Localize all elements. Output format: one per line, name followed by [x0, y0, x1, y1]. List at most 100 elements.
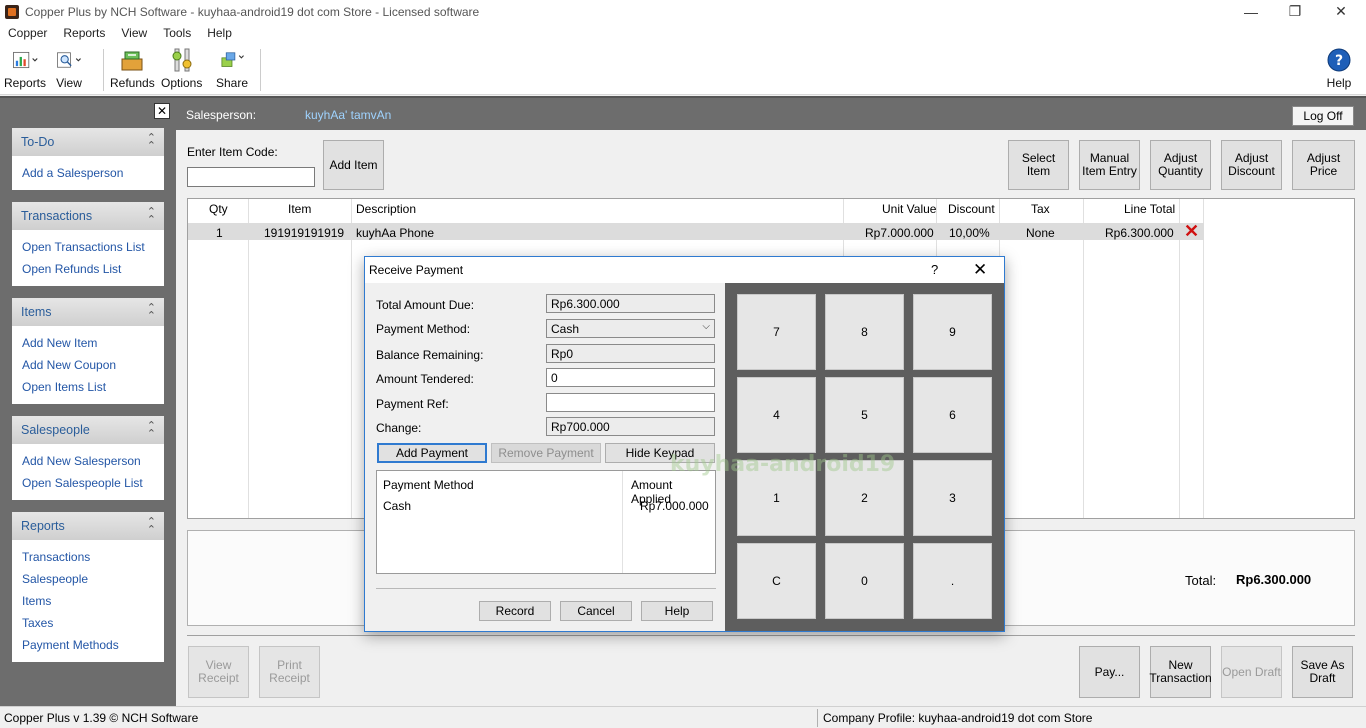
amount-tendered-input[interactable]: 0: [546, 368, 715, 387]
link-add-new-salesperson[interactable]: Add New Salesperson: [12, 450, 164, 472]
reports-toolbar-button[interactable]: Reports: [4, 47, 46, 93]
col-header-unit-value[interactable]: Unit Value: [882, 202, 936, 216]
menu-reports[interactable]: Reports: [55, 26, 113, 40]
dialog-close-button[interactable]: ✕: [973, 260, 987, 280]
change-label: Change:: [376, 421, 422, 435]
col-header-discount[interactable]: Discount: [948, 202, 995, 216]
sidebar-close-button[interactable]: ✕: [154, 103, 170, 119]
link-report-transactions[interactable]: Transactions: [12, 546, 164, 568]
balance-remaining-label: Balance Remaining:: [376, 348, 484, 362]
collapse-icon: ⌃ ⌃: [146, 420, 156, 440]
row-line-total: Rp6.300.000: [1105, 226, 1174, 240]
key-6[interactable]: 6: [913, 377, 992, 453]
key-7[interactable]: 7: [737, 294, 816, 370]
payment-row-amount: Rp7.000.000: [640, 499, 709, 513]
options-toolbar-button[interactable]: Options: [161, 47, 202, 93]
panel-items-header[interactable]: Items ⌃ ⌃: [12, 298, 164, 326]
help-toolbar-button[interactable]: ? Help: [1326, 47, 1352, 93]
row-qty: 1: [216, 226, 223, 240]
link-add-new-item[interactable]: Add New Item: [12, 332, 164, 354]
close-window-button[interactable]: ✕: [1318, 0, 1364, 23]
menu-help[interactable]: Help: [199, 26, 240, 40]
magnifier-icon: [56, 47, 82, 73]
link-report-items[interactable]: Items: [12, 590, 164, 612]
payment-method-select[interactable]: Cash ⌵: [546, 319, 715, 338]
salesperson-bar: Salesperson: kuyhAa' tamvAn Log Off: [176, 98, 1366, 130]
save-as-draft-button[interactable]: Save As Draft: [1292, 646, 1353, 698]
print-receipt-button[interactable]: Print Receipt: [259, 646, 320, 698]
col-header-item[interactable]: Item: [288, 202, 311, 216]
copper-app-icon: [5, 4, 19, 19]
col-header-tax[interactable]: Tax: [1031, 202, 1050, 216]
share-toolbar-button[interactable]: Share: [216, 47, 248, 93]
collapse-icon: ⌃ ⌃: [146, 132, 156, 152]
item-code-input[interactable]: [187, 167, 315, 187]
refunds-toolbar-button[interactable]: Refunds: [110, 47, 155, 93]
dialog-help-button[interactable]: Help: [641, 601, 713, 621]
link-report-payment-methods[interactable]: Payment Methods: [12, 634, 164, 656]
delete-row-icon[interactable]: ✕: [1184, 221, 1199, 242]
panel-todo: To-Do ⌃ ⌃ Add a Salesperson: [12, 128, 164, 190]
key-3[interactable]: 3: [913, 460, 992, 536]
key-5[interactable]: 5: [825, 377, 904, 453]
log-off-button[interactable]: Log Off: [1292, 106, 1354, 126]
panel-todo-header[interactable]: To-Do ⌃ ⌃: [12, 128, 164, 156]
toolbar-separator: [260, 49, 261, 91]
link-open-items-list[interactable]: Open Items List: [12, 376, 164, 398]
link-add-salesperson[interactable]: Add a Salesperson: [12, 162, 164, 184]
menu-view[interactable]: View: [113, 26, 155, 40]
key-8[interactable]: 8: [825, 294, 904, 370]
payment-ref-input[interactable]: [546, 393, 715, 412]
panel-salespeople-header[interactable]: Salespeople ⌃ ⌃: [12, 416, 164, 444]
remove-payment-button[interactable]: Remove Payment: [491, 443, 601, 463]
panel-transactions-header[interactable]: Transactions ⌃ ⌃: [12, 202, 164, 230]
help-icon: ?: [1326, 47, 1352, 73]
record-button[interactable]: Record: [479, 601, 551, 621]
col-header-line-total[interactable]: Line Total: [1124, 202, 1175, 216]
adjust-price-button[interactable]: Adjust Price: [1292, 140, 1355, 190]
link-open-refunds-list[interactable]: Open Refunds List: [12, 258, 164, 280]
menu-copper[interactable]: Copper: [0, 26, 55, 40]
restore-button[interactable]: ❐: [1272, 0, 1318, 23]
col-header-description[interactable]: Description: [356, 202, 416, 216]
open-draft-button[interactable]: Open Draft: [1221, 646, 1282, 698]
key-clear[interactable]: C: [737, 543, 816, 619]
divider: [187, 635, 1355, 636]
salesperson-label: Salesperson:: [186, 108, 257, 122]
link-report-salespeople[interactable]: Salespeople: [12, 568, 164, 590]
window-title: Copper Plus by NCH Software - kuyhaa-and…: [25, 4, 480, 19]
list-header-payment-method[interactable]: Payment Method: [383, 478, 474, 492]
new-transaction-button[interactable]: New Transaction: [1149, 646, 1212, 698]
row-discount: 10,00%: [949, 226, 990, 240]
minimize-button[interactable]: —: [1228, 0, 1274, 23]
link-add-new-coupon[interactable]: Add New Coupon: [12, 354, 164, 376]
key-0[interactable]: 0: [825, 543, 904, 619]
select-item-button[interactable]: Select Item: [1008, 140, 1069, 190]
link-open-salespeople-list[interactable]: Open Salespeople List: [12, 472, 164, 494]
cancel-button[interactable]: Cancel: [560, 601, 632, 621]
link-report-taxes[interactable]: Taxes: [12, 612, 164, 634]
add-item-button[interactable]: Add Item: [323, 140, 384, 190]
view-toolbar-button[interactable]: View: [56, 47, 82, 93]
key-decimal[interactable]: .: [913, 543, 992, 619]
panel-reports-header[interactable]: Reports ⌃ ⌃: [12, 512, 164, 540]
payment-list: Payment Method Amount Applied Cash Rp7.0…: [376, 470, 716, 574]
col-header-qty[interactable]: Qty: [209, 202, 228, 216]
total-due-label: Total Amount Due:: [376, 298, 475, 312]
view-receipt-button[interactable]: View Receipt: [188, 646, 249, 698]
menu-tools[interactable]: Tools: [155, 26, 199, 40]
key-4[interactable]: 4: [737, 377, 816, 453]
manual-item-entry-button[interactable]: Manual Item Entry: [1079, 140, 1140, 190]
link-open-transactions-list[interactable]: Open Transactions List: [12, 236, 164, 258]
status-version: Copper Plus v 1.39 © NCH Software: [4, 711, 199, 725]
dialog-help-icon[interactable]: ?: [931, 262, 938, 277]
adjust-discount-button[interactable]: Adjust Discount: [1221, 140, 1282, 190]
receive-payment-dialog: Receive Payment ? ✕ Total Amount Due: Rp…: [364, 256, 1005, 632]
panel-transactions: Transactions ⌃ ⌃ Open Transactions List Op…: [12, 202, 164, 286]
add-payment-button[interactable]: Add Payment: [377, 443, 487, 463]
pay-button[interactable]: Pay...: [1079, 646, 1140, 698]
adjust-quantity-button[interactable]: Adjust Quantity: [1150, 140, 1211, 190]
key-9[interactable]: 9: [913, 294, 992, 370]
status-company-profile: Company Profile: kuyhaa-android19 dot co…: [823, 711, 1093, 725]
panel-items: Items ⌃ ⌃ Add New Item Add New Coupon Open…: [12, 298, 164, 404]
